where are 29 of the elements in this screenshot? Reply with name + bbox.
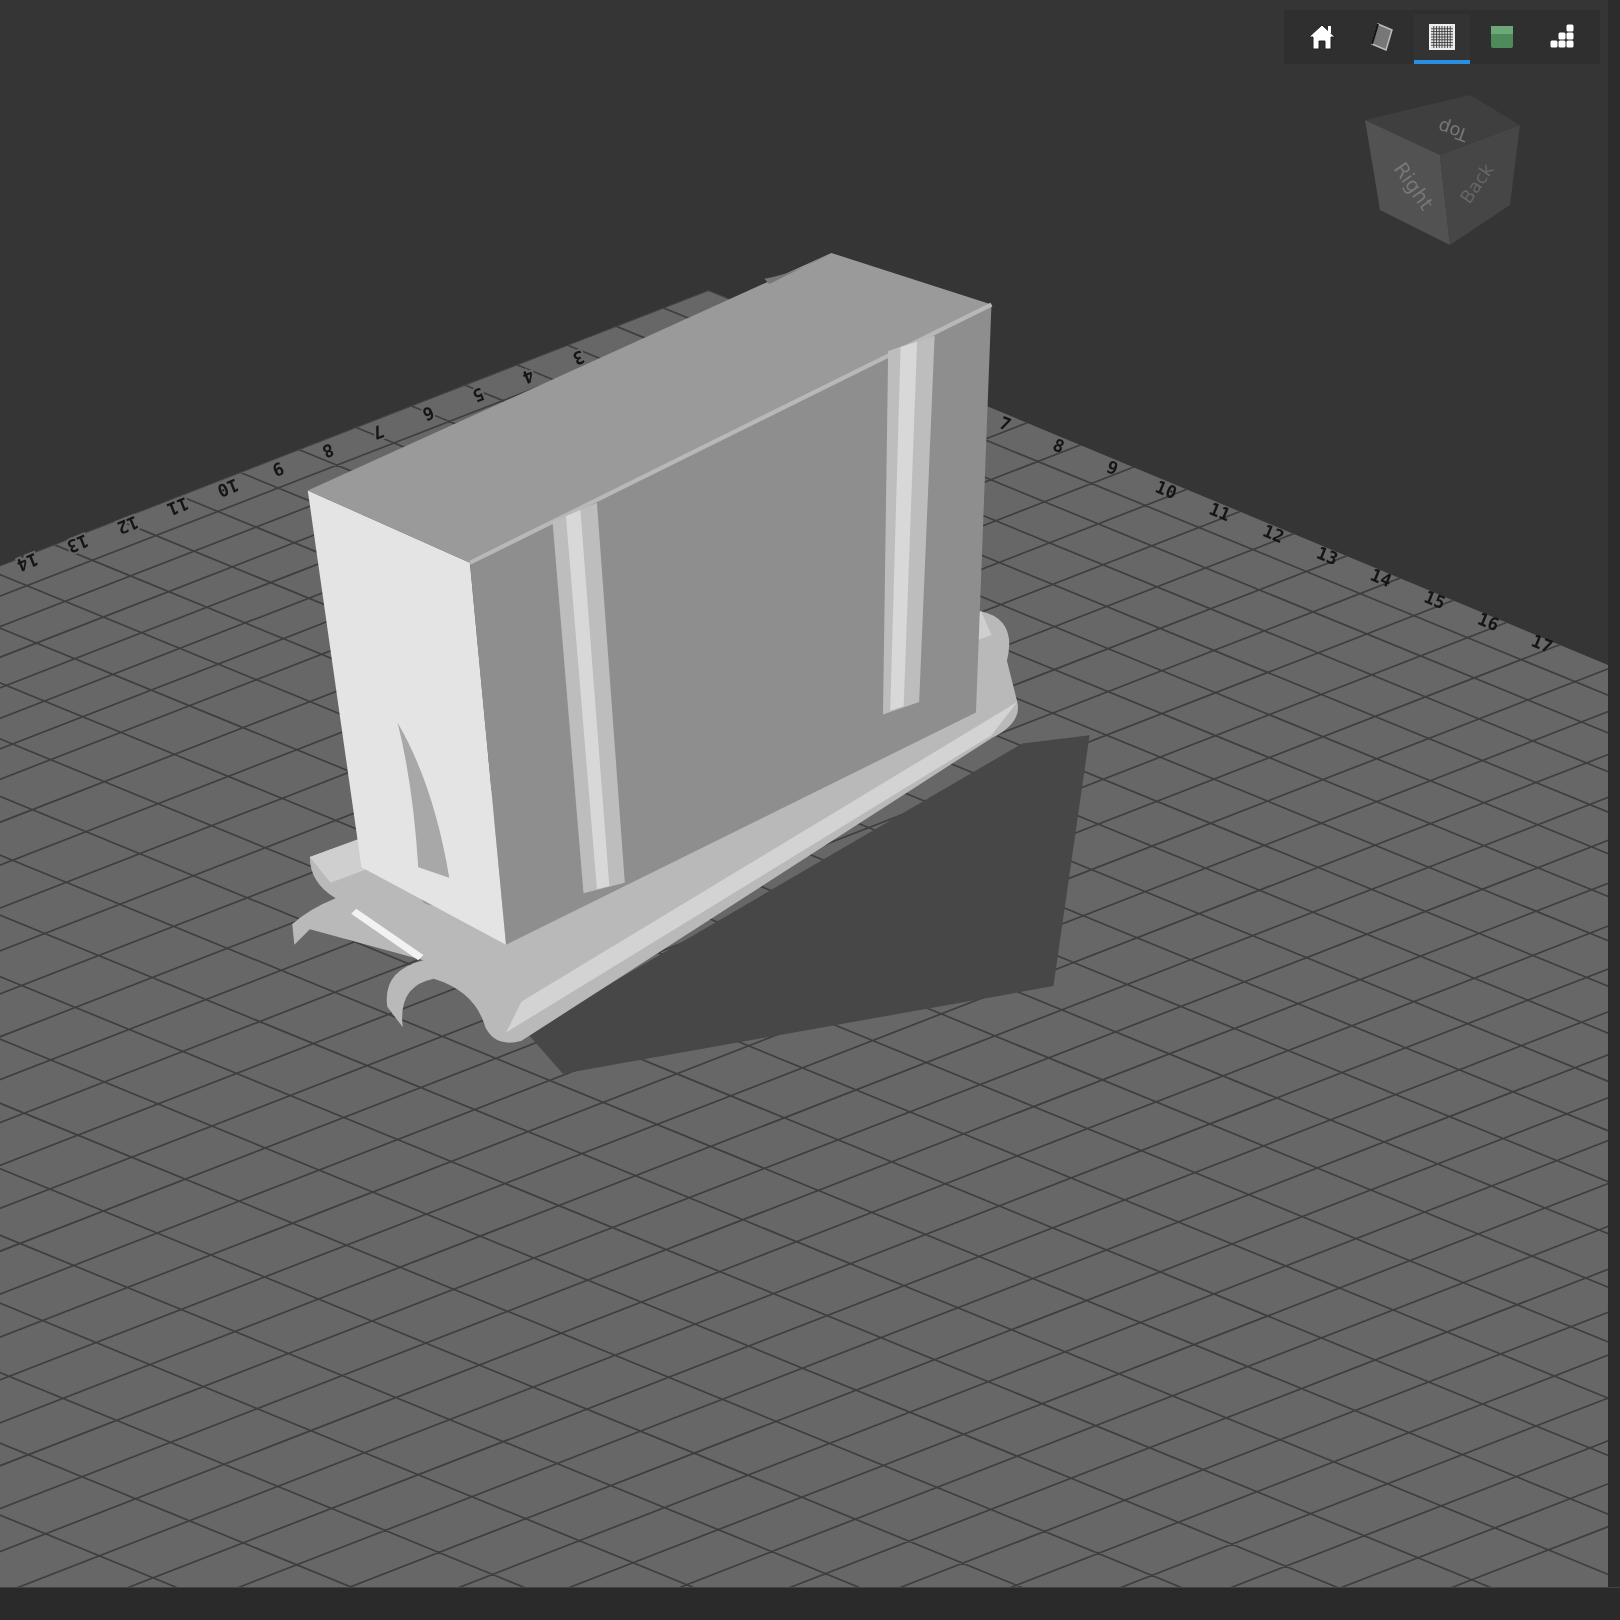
ruler-label: 14	[1367, 564, 1395, 592]
ruler-label: 10	[1152, 476, 1180, 504]
ruler-label: 12	[114, 511, 142, 539]
ruler-label: 12	[1260, 520, 1288, 548]
ruler-label: 9	[269, 457, 287, 481]
view-button[interactable]	[1414, 14, 1470, 64]
ruler-label: 8	[1050, 434, 1068, 458]
ruler-label: 9	[1103, 456, 1122, 480]
ruler-label: 13	[64, 530, 92, 557]
slanted-block-icon	[1369, 22, 1395, 52]
grid-icon	[1427, 22, 1457, 52]
ruler-label: 14	[14, 548, 42, 576]
ruler-label: 4	[519, 365, 538, 388]
ruler-label: 17	[1528, 630, 1556, 658]
ruler-label: 8	[319, 439, 337, 462]
ruler-label: 10	[214, 474, 242, 501]
ruler-label: 11	[1206, 498, 1234, 526]
ruler-label: 16	[1474, 608, 1502, 636]
ruler-label: 15	[1421, 586, 1449, 614]
dot-stairs-icon	[1548, 24, 1576, 50]
ruler-label: 13	[1313, 542, 1341, 570]
home-icon	[1307, 23, 1337, 51]
ruler-label: 7	[369, 420, 387, 444]
ruler-label: 5	[469, 383, 487, 407]
ruler-label: 11	[164, 493, 192, 520]
ruler-label: 3	[569, 346, 588, 369]
ruler-label: 6	[419, 402, 437, 425]
cube-icon	[1489, 24, 1515, 50]
ruler-label: 7	[996, 412, 1014, 436]
